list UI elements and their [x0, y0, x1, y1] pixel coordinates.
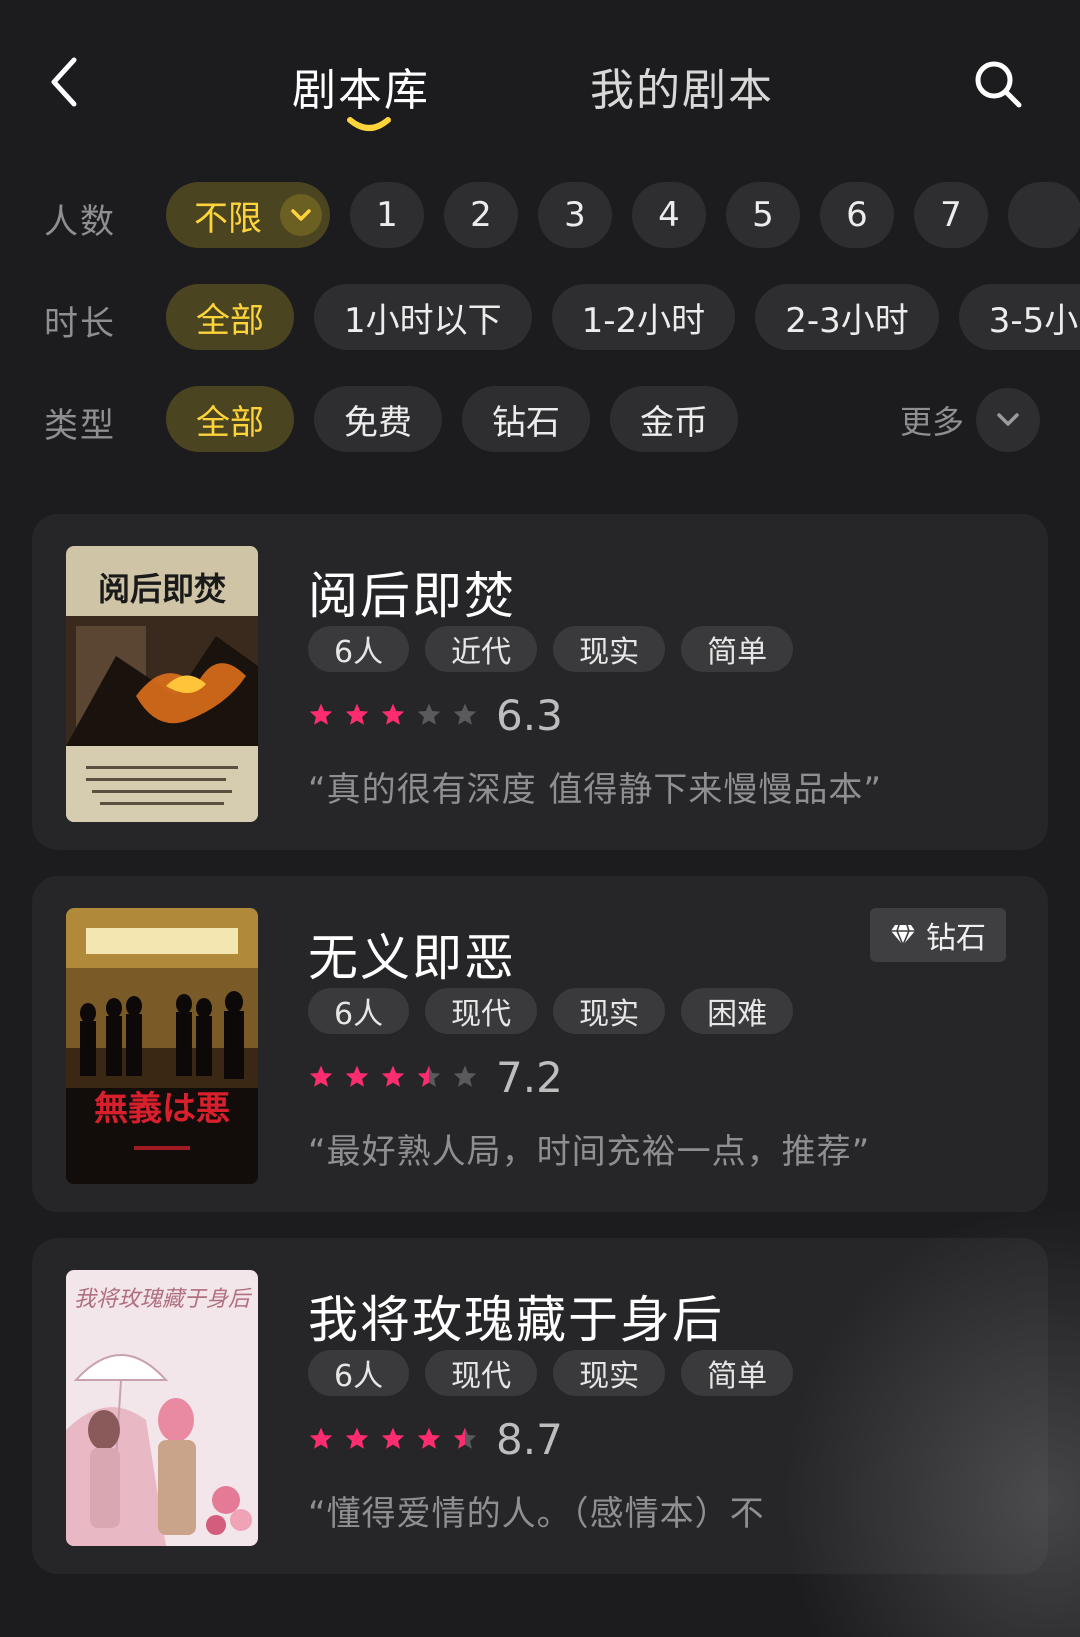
- tag-genre: 现实: [553, 626, 666, 672]
- script-rating: 6.3: [308, 690, 563, 740]
- star-icon: [381, 1065, 405, 1087]
- people-chip-unlimited-label: 不限: [194, 198, 262, 239]
- type-more-label: 更多: [899, 403, 964, 441]
- active-tab-indicator: [347, 117, 391, 131]
- star-rating: [308, 702, 478, 728]
- script-tags: 6人 近代 现实 简单: [308, 626, 794, 672]
- search-icon[interactable]: [972, 58, 1024, 110]
- tab-my-scripts[interactable]: 我的剧本: [590, 54, 774, 118]
- star-icon: [345, 1427, 369, 1449]
- script-rating: 7.2: [308, 1052, 563, 1102]
- script-cover-image: 我将玫瑰藏于身后: [66, 1270, 258, 1546]
- script-title: 无义即恶: [308, 929, 516, 987]
- rating-score: 8.7: [496, 1414, 563, 1464]
- people-chip-7[interactable]: 7: [914, 182, 988, 248]
- duration-chip-2-3h[interactable]: 2-3小时: [755, 284, 939, 350]
- script-cover-image: 無義は悪: [66, 908, 258, 1184]
- star-icon: [417, 1427, 441, 1449]
- star-icon: [381, 703, 405, 725]
- type-chip-free[interactable]: 免费: [314, 386, 442, 452]
- script-tags: 6人 现代 现实 困难: [308, 988, 794, 1034]
- filter-duration-label: 时长: [44, 304, 116, 344]
- star-icon: [345, 703, 369, 725]
- filter-type-label: 类型: [44, 406, 116, 446]
- star-rating: [308, 1064, 478, 1090]
- people-chip-1[interactable]: 1: [350, 182, 424, 248]
- tag-era: 现代: [425, 988, 538, 1034]
- tag-players: 6人: [308, 1350, 410, 1396]
- star-rating: [308, 1426, 478, 1452]
- review-quote: “最好熟人局，时间充裕一点，推荐”: [308, 1132, 871, 1172]
- type-chip-diamond[interactable]: 钻石: [462, 386, 590, 452]
- star-icon: [309, 1065, 333, 1087]
- cover-title-text: 無義は悪: [94, 1089, 230, 1129]
- filter-people-row: 人数 不限 1 2 3 4 5 6 7: [0, 182, 1080, 250]
- tag-difficulty: 困难: [681, 988, 794, 1034]
- star-icon: [417, 1065, 441, 1087]
- script-cover-image: 阅后即焚: [66, 546, 258, 822]
- diamond-badge-label: 钻石: [926, 921, 986, 956]
- star-icon: [309, 1427, 333, 1449]
- review-quote: “懂得爱情的人。（感情本）不: [308, 1494, 765, 1534]
- star-icon: [345, 1065, 369, 1087]
- tag-genre: 现实: [553, 988, 666, 1034]
- script-card[interactable]: 我将玫瑰藏于身后 我将玫瑰藏于身后 6人 现代 现实 简单 8.7 “懂得爱情的…: [32, 1238, 1048, 1574]
- star-icon: [381, 1427, 405, 1449]
- diamond-badge: 钻石: [870, 908, 1006, 962]
- star-icon: [417, 703, 441, 725]
- type-more-button[interactable]: 更多: [900, 386, 1040, 454]
- filter-type-row: 类型 全部 免费 钻石 金币 更多: [0, 386, 1080, 454]
- back-arrow-icon[interactable]: [44, 52, 84, 112]
- tag-genre: 现实: [553, 1350, 666, 1396]
- duration-chip-under-1h[interactable]: 1小时以下: [314, 284, 532, 350]
- chevron-down-icon: [976, 388, 1040, 452]
- cover-title-text: 阅后即焚: [98, 570, 226, 608]
- star-icon: [453, 1065, 477, 1087]
- chevron-down-icon: [280, 194, 322, 236]
- star-icon: [309, 703, 333, 725]
- star-icon: [453, 1427, 477, 1449]
- duration-chip-1-2h[interactable]: 1-2小时: [551, 284, 736, 350]
- review-quote: “真的很有深度 值得静下来慢慢品本”: [308, 770, 883, 810]
- script-tags: 6人 现代 现实 简单: [308, 1350, 794, 1396]
- top-nav: 剧本库 我的剧本: [0, 0, 1080, 150]
- tag-players: 6人: [308, 626, 410, 672]
- people-chip-6[interactable]: 6: [820, 182, 894, 248]
- tag-era: 现代: [425, 1350, 538, 1396]
- people-chip-overflow[interactable]: [1008, 182, 1080, 248]
- people-chip-unlimited[interactable]: 不限: [166, 182, 330, 248]
- script-title: 阅后即焚: [308, 567, 516, 625]
- people-chip-4[interactable]: 4: [632, 182, 706, 248]
- cover-title-text: 我将玫瑰藏于身后: [74, 1287, 253, 1312]
- duration-chip-all[interactable]: 全部: [166, 284, 294, 350]
- filter-duration-row: 时长 全部 1小时以下 1-2小时 2-3小时 3-5小时: [0, 284, 1080, 352]
- rating-score: 6.3: [496, 690, 563, 740]
- diamond-icon: [891, 924, 915, 946]
- people-chip-5[interactable]: 5: [726, 182, 800, 248]
- tag-players: 6人: [308, 988, 410, 1034]
- tag-difficulty: 简单: [681, 626, 794, 672]
- star-icon: [453, 703, 477, 725]
- people-chip-2[interactable]: 2: [444, 182, 518, 248]
- rating-score: 7.2: [496, 1052, 563, 1102]
- tag-difficulty: 简单: [681, 1350, 794, 1396]
- duration-chip-3-5h[interactable]: 3-5小时: [958, 284, 1080, 350]
- tag-era: 近代: [425, 626, 538, 672]
- type-chip-all[interactable]: 全部: [166, 386, 294, 452]
- filter-people-label: 人数: [44, 202, 116, 242]
- script-card[interactable]: 無義は悪 无义即恶 钻石 6人 现代 现实 困难 7.2 “最好熟人局，时间充裕…: [32, 876, 1048, 1212]
- tab-script-library[interactable]: 剧本库: [292, 54, 430, 118]
- type-chip-coin[interactable]: 金币: [610, 386, 738, 452]
- script-rating: 8.7: [308, 1414, 563, 1464]
- script-title: 我将玫瑰藏于身后: [308, 1291, 724, 1349]
- script-card[interactable]: 阅后即焚 阅后即焚 6人 近代 现实 简单 6.3 “真的很有深度 值得静下来慢…: [32, 514, 1048, 850]
- people-chip-3[interactable]: 3: [538, 182, 612, 248]
